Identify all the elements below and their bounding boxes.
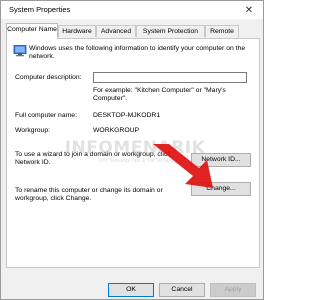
change-button[interactable]: Change... — [191, 182, 251, 196]
system-properties-window: System Properties ✕ Computer Name Hardwa… — [0, 0, 264, 300]
apply-button[interactable]: Apply — [210, 283, 256, 297]
computer-description-field[interactable] — [93, 72, 247, 83]
workgroup-label: Workgroup: — [15, 127, 51, 134]
close-icon[interactable]: ✕ — [235, 1, 263, 19]
window-title: System Properties — [9, 5, 71, 14]
tab-advanced[interactable]: Advanced — [96, 25, 136, 37]
network-id-button[interactable]: Network ID... — [191, 153, 251, 167]
ok-button[interactable]: OK — [108, 283, 154, 297]
full-computer-name-value: DESKTOP-MJKODR1 — [93, 112, 161, 119]
example-text: For example: "Kitchen Computer" or "Mary… — [93, 87, 226, 102]
change-text: To rename this computer or change its do… — [15, 187, 163, 202]
tab-remote[interactable]: Remote — [205, 25, 239, 37]
description-text: Windows uses the following information t… — [29, 45, 246, 60]
network-id-text: To use a wizard to join a domain or work… — [15, 151, 171, 166]
workgroup-value: WORKGROUP — [93, 127, 140, 134]
tab-hardware[interactable]: Hardware — [58, 25, 96, 37]
computer-name-panel: Windows uses the following information t… — [6, 38, 260, 268]
computer-description-label: Computer description: — [15, 74, 82, 81]
full-computer-name-label: Full computer name: — [15, 112, 77, 119]
tab-system-protection[interactable]: System Protection — [136, 25, 205, 37]
title-bar: System Properties ✕ — [1, 1, 263, 19]
tab-strip: Computer Name Hardware Advanced System P… — [6, 23, 260, 39]
cancel-button[interactable]: Cancel — [159, 283, 205, 297]
computer-icon — [13, 45, 27, 57]
tab-computer-name[interactable]: Computer Name — [6, 23, 58, 39]
